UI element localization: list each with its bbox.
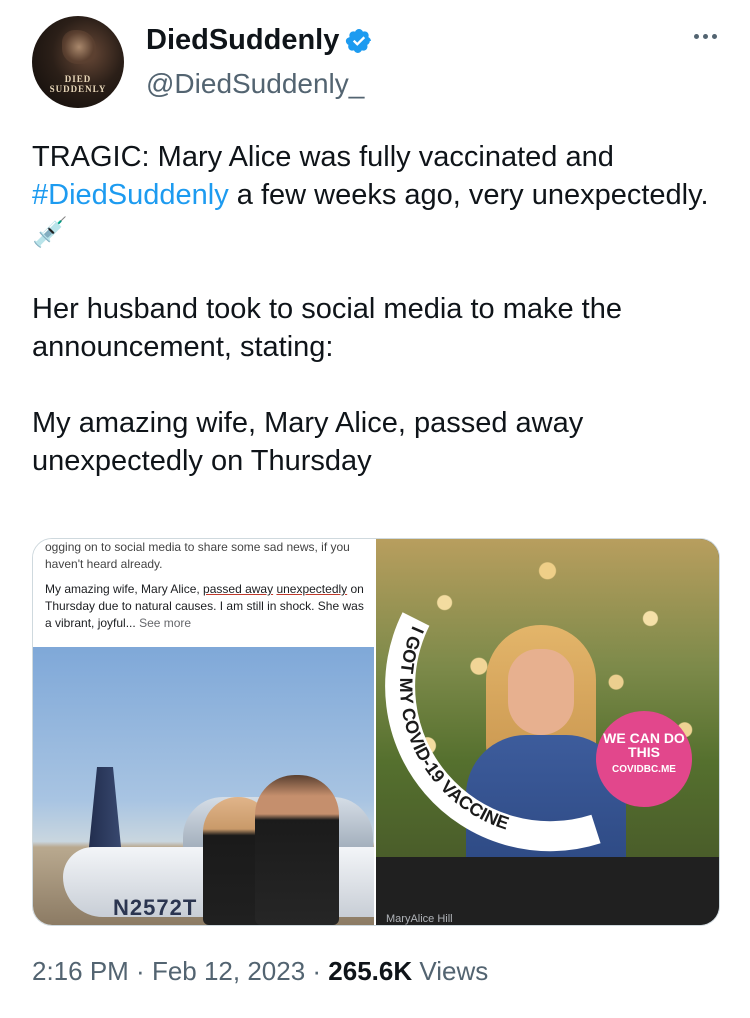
tulip-portrait: I GOT MY COVID-19 VACCINE WE CAN DO THIS…: [376, 539, 719, 857]
ring-text: I GOT MY COVID-19 VACCINE: [396, 624, 511, 834]
tweet-header: DIED SUDDENLY DiedSuddenly @DiedSuddenly…: [32, 16, 722, 108]
svg-text:I GOT MY COVID-19 VACCINE: I GOT MY COVID-19 VACCINE: [396, 624, 511, 834]
plane-registration: N2572T: [113, 895, 198, 920]
more-options-icon[interactable]: [688, 26, 722, 46]
see-more-link: See more: [139, 616, 192, 630]
verified-badge-icon: [346, 28, 372, 53]
tweet-date[interactable]: Feb 12, 2023: [152, 956, 305, 986]
post-top-text: ogging on to social media to share some …: [45, 540, 350, 571]
display-name[interactable]: DiedSuddenly: [146, 24, 339, 57]
badge-url: COVIDBC.ME: [612, 764, 676, 775]
facebook-post-screenshot: ogging on to social media to share some …: [33, 539, 374, 925]
man-figure: [255, 775, 339, 925]
avatar-art: [62, 30, 96, 64]
avatar-text: DIED SUDDENLY: [49, 74, 107, 94]
tweet-text-intro: TRAGIC: Mary Alice was fully vaccinated …: [32, 141, 614, 173]
badge-text: WE CAN DO THIS: [603, 730, 685, 760]
post-body: My amazing wife, Mary Alice, passed away…: [45, 581, 365, 632]
tweet-text: TRAGIC: Mary Alice was fully vaccinated …: [32, 138, 722, 480]
name-caption: MaryAlice Hill: [386, 913, 453, 925]
post-body-start: My amazing wife, Mary Alice,: [45, 582, 204, 596]
name-caption-bar: MaryAlice Hill: [376, 857, 719, 925]
hashtag-link[interactable]: #DiedSuddenly: [32, 179, 229, 211]
post-underline-passed-away: passed away: [203, 582, 274, 596]
tweet-time[interactable]: 2:16 PM: [32, 956, 129, 986]
media-image[interactable]: ogging on to social media to share some …: [32, 538, 720, 926]
vaccine-frame-photo: I GOT MY COVID-19 VACCINE WE CAN DO THIS…: [376, 539, 719, 925]
we-can-do-this-badge: WE CAN DO THIS COVIDBC.ME: [596, 711, 692, 807]
views-label: Views: [419, 956, 489, 986]
avatar[interactable]: DIED SUDDENLY: [32, 16, 124, 108]
tweet-paragraph-1: TRAGIC: Mary Alice was fully vaccinated …: [32, 138, 722, 252]
vaccine-ring: I GOT MY COVID-19 VACCINE: [385, 612, 601, 852]
handle[interactable]: @DiedSuddenly_: [146, 68, 364, 100]
post-text: ogging on to social media to share some …: [45, 539, 365, 632]
tweet-paragraph-2: Her husband took to social media to make…: [32, 293, 622, 363]
post-underline-unexpectedly: unexpectedly: [276, 582, 348, 596]
name-row: DiedSuddenly: [146, 24, 373, 57]
couple-plane-photo: N2572T: [33, 647, 374, 925]
tweet-paragraph-3: My amazing wife, Mary Alice, passed away…: [32, 407, 584, 477]
tweet-meta: 2:16 PM · Feb 12, 2023 · 265.6K Views: [32, 956, 489, 986]
views-count: 265.6K: [328, 956, 413, 986]
